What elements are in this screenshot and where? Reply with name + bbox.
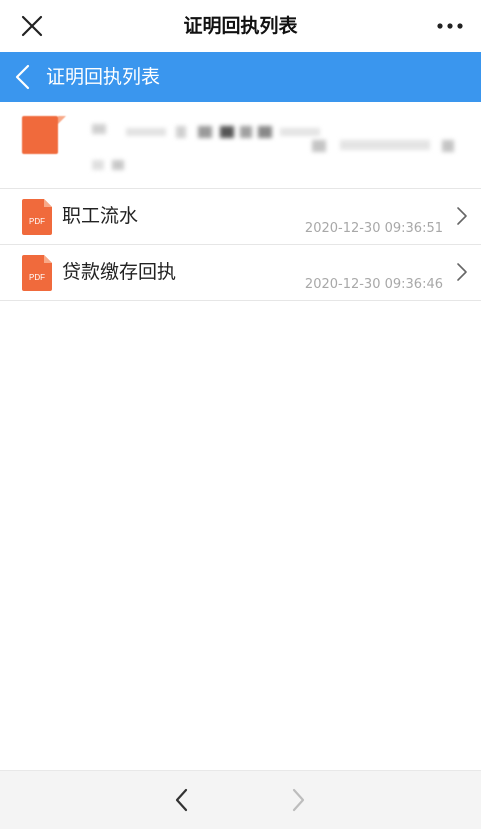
nav-back-icon[interactable] <box>172 787 192 813</box>
redacted-block <box>126 128 166 136</box>
redacted-block <box>92 160 104 170</box>
back-chevron-icon[interactable] <box>12 64 34 90</box>
pdf-icon-text: PDF <box>29 273 45 282</box>
redacted-block <box>220 126 234 138</box>
document-icon <box>22 116 66 154</box>
record-timestamp: 2020-12-30 09:36:46 <box>304 277 443 292</box>
user-info-card <box>0 102 481 189</box>
record-timestamp: 2020-12-30 09:36:51 <box>304 221 443 236</box>
redacted-block <box>112 160 124 170</box>
page-header: 证明回执列表 <box>0 52 481 102</box>
redacted-block <box>340 140 430 150</box>
more-dots-icon[interactable] <box>435 16 465 36</box>
nav-forward-icon[interactable] <box>288 787 308 813</box>
pdf-icon: PDF <box>22 199 52 235</box>
record-label: 职工流水 <box>62 205 139 227</box>
redacted-block <box>258 126 272 138</box>
redacted-block <box>92 124 106 134</box>
record-row-loan-receipt[interactable]: PDF 贷款缴存回执 2020-12-30 09:36:46 <box>0 245 481 301</box>
redacted-block <box>280 128 320 136</box>
window-title-bar: 证明回执列表 <box>0 0 481 52</box>
redacted-block <box>312 140 326 152</box>
record-row-staff-flow[interactable]: PDF 职工流水 2020-12-30 09:36:51 <box>0 189 481 245</box>
chevron-right-icon <box>457 207 467 225</box>
close-icon[interactable] <box>20 14 44 38</box>
pdf-icon-text: PDF <box>29 217 45 226</box>
chevron-right-icon <box>457 263 467 281</box>
browser-nav-bar <box>0 770 481 829</box>
pdf-icon: PDF <box>22 255 52 291</box>
record-label: 贷款缴存回执 <box>62 261 177 283</box>
redacted-block <box>442 140 454 152</box>
redacted-block <box>240 126 252 138</box>
window-title: 证明回执列表 <box>183 15 298 37</box>
page-title: 证明回执列表 <box>46 66 161 88</box>
redacted-block <box>198 126 212 138</box>
redacted-block <box>176 126 186 138</box>
